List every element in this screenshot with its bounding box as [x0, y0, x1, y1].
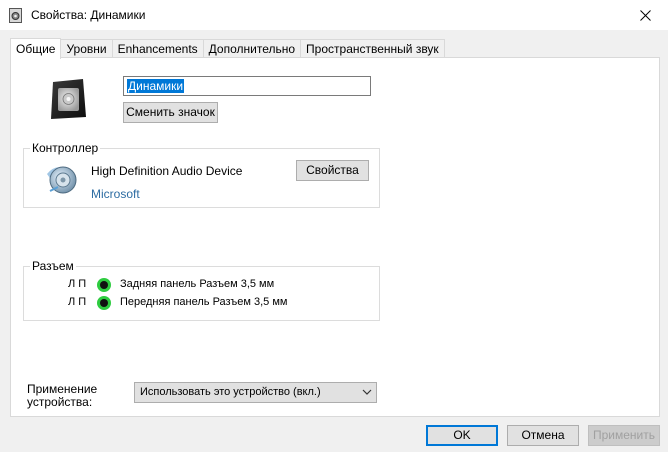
change-icon-button[interactable]: Сменить значок	[123, 102, 218, 123]
jack-description: Передняя панель Разъем 3,5 мм	[120, 296, 288, 308]
device-usage-value: Использовать это устройство (вкл.)	[140, 386, 321, 398]
controller-group-label: Контроллер	[30, 141, 101, 155]
apply-button[interactable]: Применить	[588, 425, 660, 446]
controller-device-name: High Definition Audio Device	[91, 164, 243, 178]
tab-enhancements[interactable]: Enhancements	[111, 39, 204, 58]
jack-group: Разъем Л П Задняя панель Разъем 3,5 мм Л…	[23, 259, 380, 321]
jack-connector-icon	[97, 296, 111, 310]
cancel-button[interactable]: Отмена	[507, 425, 579, 446]
device-name-input[interactable]: Динамики	[123, 76, 371, 96]
jack-channels: Л П	[68, 278, 87, 290]
speaker-title-icon	[9, 8, 22, 23]
tab-spatial-sound[interactable]: Пространственный звук	[300, 39, 445, 58]
device-usage-select[interactable]: Использовать это устройство (вкл.)	[134, 382, 377, 403]
tab-general[interactable]: Общие	[10, 38, 62, 59]
jack-group-label: Разъем	[30, 259, 76, 273]
jack-connector-icon	[97, 278, 111, 292]
device-name-value: Динамики	[127, 79, 185, 93]
jack-row-front: Л П Передняя панель Разъем 3,5 мм	[24, 295, 379, 311]
controller-vendor: Microsoft	[91, 187, 140, 201]
close-icon	[639, 9, 651, 21]
jack-description: Задняя панель Разъем 3,5 мм	[120, 278, 275, 290]
chevron-down-icon	[362, 389, 372, 395]
controller-properties-button[interactable]: Свойства	[296, 160, 369, 181]
tab-advanced[interactable]: Дополнительно	[202, 39, 302, 58]
audio-device-icon	[47, 166, 77, 194]
jack-channels: Л П	[68, 296, 87, 308]
controller-group: Контроллер High Definition Audio Device …	[23, 141, 380, 208]
jack-row-rear: Л П Задняя панель Разъем 3,5 мм	[24, 277, 379, 293]
device-usage-label: Применение устройства:	[27, 383, 97, 409]
title-bar[interactable]: Свойства: Динамики	[0, 0, 668, 30]
close-button[interactable]	[622, 0, 668, 30]
general-tab-panel: Динамики Сменить значок Контроллер High …	[10, 57, 660, 417]
device-usage-label-line2: устройства:	[27, 395, 93, 409]
window-title: Свойства: Динамики	[31, 8, 146, 22]
tab-strip: Общие Уровни Enhancements Дополнительно …	[10, 38, 445, 59]
tab-levels[interactable]: Уровни	[60, 39, 113, 58]
speaker-icon	[51, 79, 86, 119]
ok-button[interactable]: OK	[426, 425, 498, 446]
sound-properties-window: Свойства: Динамики Общие Уровни Enhancem…	[0, 0, 668, 452]
